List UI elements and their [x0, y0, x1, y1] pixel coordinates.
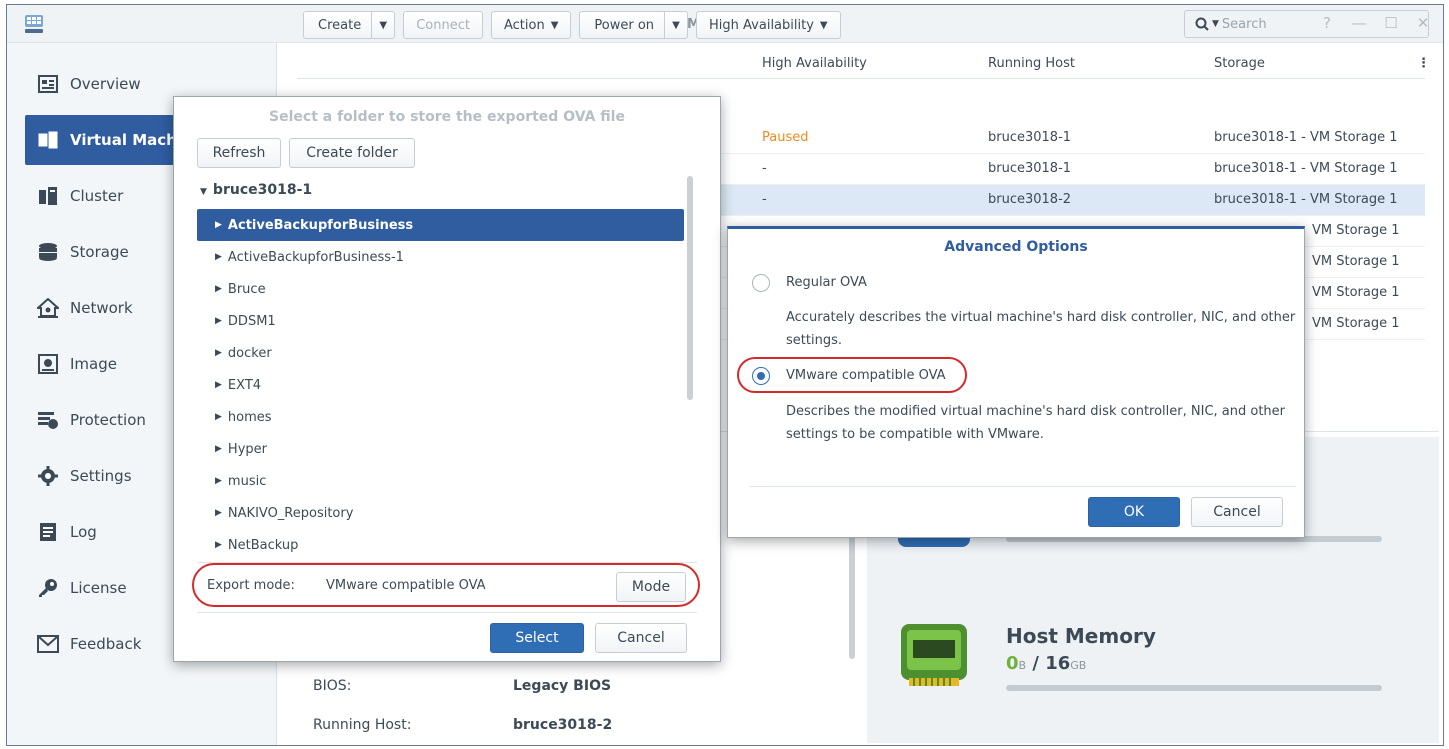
select-button[interactable]: Select [490, 623, 584, 653]
storage-icon [37, 241, 59, 263]
cluster-icon [37, 185, 59, 207]
divider [750, 486, 1296, 487]
chevron-down-icon: ▼ [819, 19, 828, 31]
column-running-host[interactable]: Running Host [988, 56, 1075, 71]
caret-right-icon: ▶ [215, 476, 222, 486]
highlight-annotation [737, 357, 967, 393]
host-memory-title: Host Memory [1006, 624, 1156, 648]
high-availability-button[interactable]: High Availability ▼ [696, 11, 841, 39]
toolbar: Create ▼ Connect Action ▼ Power on ▼ High… [303, 11, 841, 39]
sidebar-item-label: Image [70, 355, 117, 373]
chevron-down-icon: ▼ [550, 19, 559, 31]
sidebar-item-label: Settings [70, 467, 132, 485]
vmware-ova-description: Describes the modified virtual machine's… [786, 404, 1286, 442]
action-button[interactable]: Action ▼ [490, 11, 572, 39]
bios-value: Legacy BIOS [513, 678, 612, 694]
folder-item[interactable]: ▶ docker [197, 337, 684, 369]
sidebar-item-label: Network [70, 299, 133, 317]
caret-down-icon: ▼ [200, 187, 207, 197]
column-menu-icon[interactable]: ⋮ [1417, 56, 1430, 71]
refresh-button[interactable]: Refresh [197, 138, 281, 168]
power-on-button[interactable]: Power on ▼ [579, 11, 689, 39]
sidebar-item-label: Virtual Machi [70, 131, 182, 149]
running-host-value: bruce3018-2 [513, 717, 613, 733]
folder-item[interactable]: ▶ ActiveBackupforBusiness [197, 209, 684, 241]
bios-label: BIOS: [313, 678, 352, 694]
dialog-title: Select a folder to store the exported OV… [269, 109, 625, 125]
license-icon [37, 577, 59, 599]
sidebar-item-label: Protection [70, 411, 146, 429]
search-input[interactable]: ▼ Search [1184, 10, 1429, 38]
caret-right-icon: ▶ [215, 348, 222, 358]
highlight-annotation [192, 563, 700, 607]
create-folder-button[interactable]: Create folder [289, 138, 415, 168]
regular-ova-radio[interactable] [752, 274, 770, 292]
folder-item[interactable]: ▶ NetBackup [197, 529, 684, 561]
folder-item[interactable]: ▶ NAKIVO_Repository [197, 497, 684, 529]
protection-icon [37, 409, 59, 431]
folder-item[interactable]: ▶ music [197, 465, 684, 497]
regular-ova-description: Accurately describes the virtual machine… [786, 310, 1296, 348]
caret-right-icon: ▶ [215, 412, 222, 422]
log-icon [37, 521, 59, 543]
sidebar-item-label: Cluster [70, 187, 124, 205]
sidebar-item-label: License [70, 579, 127, 597]
caret-right-icon: ▶ [215, 284, 222, 294]
image-icon [37, 353, 59, 375]
chevron-down-icon[interactable]: ▼ [665, 20, 687, 31]
memory-module-icon [901, 624, 967, 686]
tree-root-folder[interactable]: ▼ bruce3018-1 [200, 182, 312, 198]
caret-right-icon: ▶ [215, 444, 222, 454]
folder-item[interactable]: ▶ EXT4 [197, 369, 684, 401]
column-storage[interactable]: Storage [1214, 56, 1265, 71]
vm-list-header: High Availability Running Host Storage ⋮ [297, 49, 1430, 79]
folder-item[interactable]: ▶ ActiveBackupforBusiness-1 [197, 241, 684, 273]
caret-right-icon: ▶ [215, 316, 222, 326]
divider [197, 612, 697, 613]
folder-item[interactable]: ▶ Bruce [197, 273, 684, 305]
feedback-icon [37, 633, 59, 655]
cancel-button[interactable]: Cancel [595, 623, 687, 653]
folder-item[interactable]: ▶ homes [197, 401, 684, 433]
search-icon [1195, 17, 1209, 31]
cancel-button[interactable]: Cancel [1191, 497, 1283, 527]
caret-right-icon: ▶ [215, 252, 222, 262]
create-button[interactable]: Create ▼ [303, 11, 396, 39]
regular-ova-label: Regular OVA [786, 275, 867, 290]
settings-icon [37, 465, 59, 487]
dialog-title: Advanced Options [944, 239, 1088, 255]
caret-right-icon: ▶ [215, 220, 222, 230]
virtual-machine-icon [37, 129, 59, 151]
connect-button[interactable]: Connect [403, 11, 483, 39]
sidebar-item-label: Overview [70, 75, 141, 93]
chevron-down-icon[interactable]: ▼ [372, 20, 394, 31]
chevron-down-icon: ▼ [1212, 19, 1219, 29]
folder-item[interactable]: ▶ DDSM1 [197, 305, 684, 337]
sidebar-item-label: Feedback [70, 635, 142, 653]
running-host-label: Running Host: [313, 717, 412, 733]
overview-icon [37, 73, 59, 95]
host-memory-value: 0B / 16GB [1006, 653, 1087, 674]
column-high-availability[interactable]: High Availability [762, 56, 867, 71]
sidebar-item-label: Storage [70, 243, 129, 261]
network-icon [37, 297, 59, 319]
folder-tree-scrollbar[interactable] [687, 176, 693, 400]
sidebar-item-label: Log [70, 523, 97, 541]
caret-right-icon: ▶ [215, 508, 222, 518]
caret-right-icon: ▶ [215, 380, 222, 390]
ok-button[interactable]: OK [1088, 497, 1180, 527]
caret-right-icon: ▶ [215, 540, 222, 550]
folder-item[interactable]: ▶ Hyper [197, 433, 684, 465]
host-memory-bar [1006, 685, 1382, 691]
